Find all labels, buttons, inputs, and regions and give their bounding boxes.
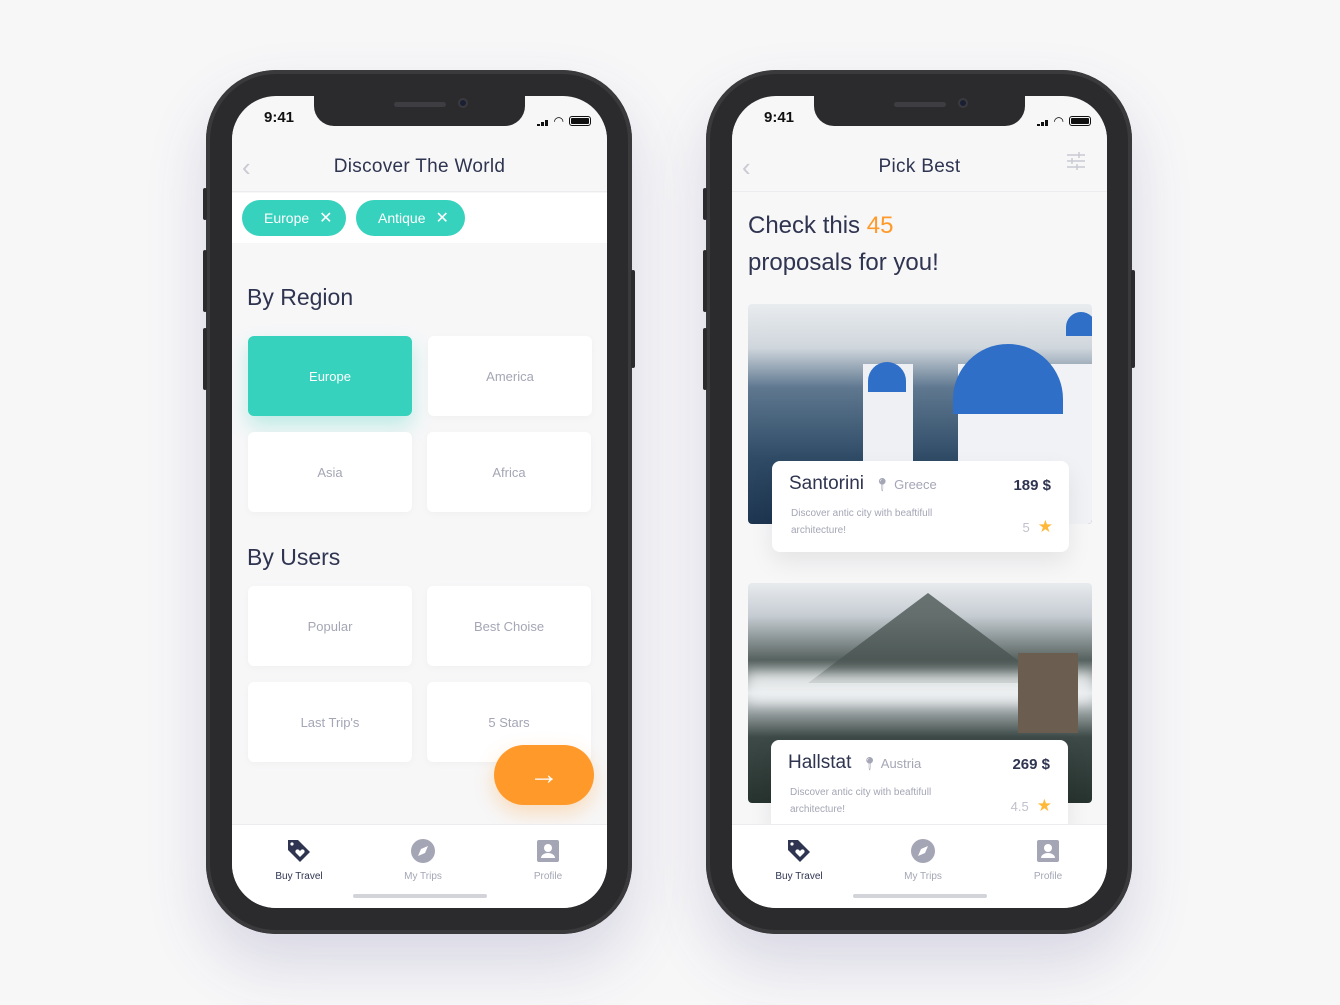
close-icon[interactable]: ✕	[435, 208, 448, 228]
tab-label: My Trips	[904, 871, 942, 882]
home-indicator[interactable]	[853, 894, 987, 898]
section-heading-region: By Region	[247, 284, 354, 310]
rating: 5 ★	[1023, 517, 1053, 537]
tab-label: Buy Travel	[775, 871, 823, 882]
rating-value: 4.5	[1010, 799, 1029, 814]
phone-right: 9:41 ◠ ‹ Pick Best Check this 45 proposa…	[703, 70, 1135, 934]
page-title: Discover The World	[333, 156, 506, 177]
status-time: 9:41	[764, 109, 795, 126]
destination-card[interactable]: Santorini 📍︎ Greece 189 $ Discover antic …	[772, 461, 1069, 552]
tab-label: Profile	[533, 871, 563, 882]
destination-name: Santorini	[789, 473, 864, 494]
proposal-count: 45	[866, 212, 894, 239]
profile-icon	[537, 840, 559, 862]
users-best-choise[interactable]: Best Choise	[427, 586, 591, 666]
chip-label: Europe	[264, 210, 310, 226]
header: ‹ Pick Best	[732, 126, 1107, 192]
battery-icon	[1069, 116, 1091, 126]
filter-chips: Europe ✕ Antique ✕	[232, 193, 607, 243]
compass-icon	[911, 839, 935, 863]
headline-line2: proposals for you!	[748, 249, 939, 276]
next-button[interactable]: →	[494, 745, 594, 805]
users-popular[interactable]: Popular	[248, 586, 412, 666]
header: ‹ Discover The World	[232, 126, 607, 192]
tab-label: Profile	[1033, 871, 1063, 882]
price: 189 $	[1013, 477, 1051, 494]
pick-best-screen: 9:41 ◠ ‹ Pick Best Check this 45 proposa…	[732, 96, 1107, 908]
chip-antique[interactable]: Antique ✕	[356, 200, 465, 236]
tab-buy-travel[interactable]: Buy Travel	[249, 837, 349, 882]
arrow-right-icon: →	[529, 758, 559, 791]
star-icon: ★	[1037, 517, 1053, 536]
destination-location: Greece	[894, 477, 937, 492]
users-last-trips[interactable]: Last Trip's	[248, 682, 412, 762]
tab-my-trips[interactable]: My Trips	[373, 837, 473, 882]
description: Discover antic city with beaftifull arch…	[791, 508, 933, 536]
tab-profile[interactable]: Profile	[498, 837, 598, 882]
phone-left: 9:41 ◠ ‹ Discover The World Europe ✕ Anti…	[203, 70, 635, 934]
region-america[interactable]: America	[428, 336, 592, 416]
chip-europe[interactable]: Europe ✕	[242, 200, 346, 236]
chip-label: Antique	[378, 210, 426, 226]
discover-screen: 9:41 ◠ ‹ Discover The World Europe ✕ Anti…	[232, 96, 607, 908]
destination-location: Austria	[880, 756, 922, 771]
pin-icon: 📍︎	[861, 756, 878, 771]
rating: 4.5 ★	[1011, 796, 1052, 816]
section-heading-users: By Users	[247, 544, 341, 570]
tag-heart-icon	[288, 840, 310, 862]
status-time: 9:41	[264, 109, 295, 126]
price: 269 $	[1012, 756, 1050, 773]
headline: Check this 45	[748, 212, 893, 240]
region-asia[interactable]: Asia	[248, 432, 412, 512]
profile-icon	[1037, 840, 1059, 862]
region-europe[interactable]: Europe	[248, 336, 412, 416]
tab-my-trips[interactable]: My Trips	[873, 837, 973, 882]
rating-value: 5	[1022, 520, 1030, 535]
description: Discover antic city with beaftifull arch…	[790, 787, 932, 815]
page-title: Pick Best	[878, 156, 961, 177]
star-icon: ★	[1036, 796, 1052, 815]
close-icon[interactable]: ✕	[319, 208, 332, 228]
region-africa[interactable]: Africa	[427, 432, 591, 512]
destination-card[interactable]: Hallstat 📍︎ Austria 269 $ Discover antic …	[771, 740, 1068, 831]
tab-label: My Trips	[404, 871, 442, 882]
battery-icon	[569, 116, 591, 126]
tab-buy-travel[interactable]: Buy Travel	[749, 837, 849, 882]
headline-text: Check this	[748, 212, 867, 239]
tab-profile[interactable]: Profile	[998, 837, 1098, 882]
tab-label: Buy Travel	[275, 871, 323, 882]
filter-icon[interactable]	[1066, 152, 1086, 170]
home-indicator[interactable]	[353, 894, 487, 898]
tag-heart-icon	[788, 840, 810, 862]
compass-icon	[411, 839, 435, 863]
pin-icon: 📍︎	[874, 477, 891, 492]
destination-name: Hallstat	[788, 752, 852, 773]
